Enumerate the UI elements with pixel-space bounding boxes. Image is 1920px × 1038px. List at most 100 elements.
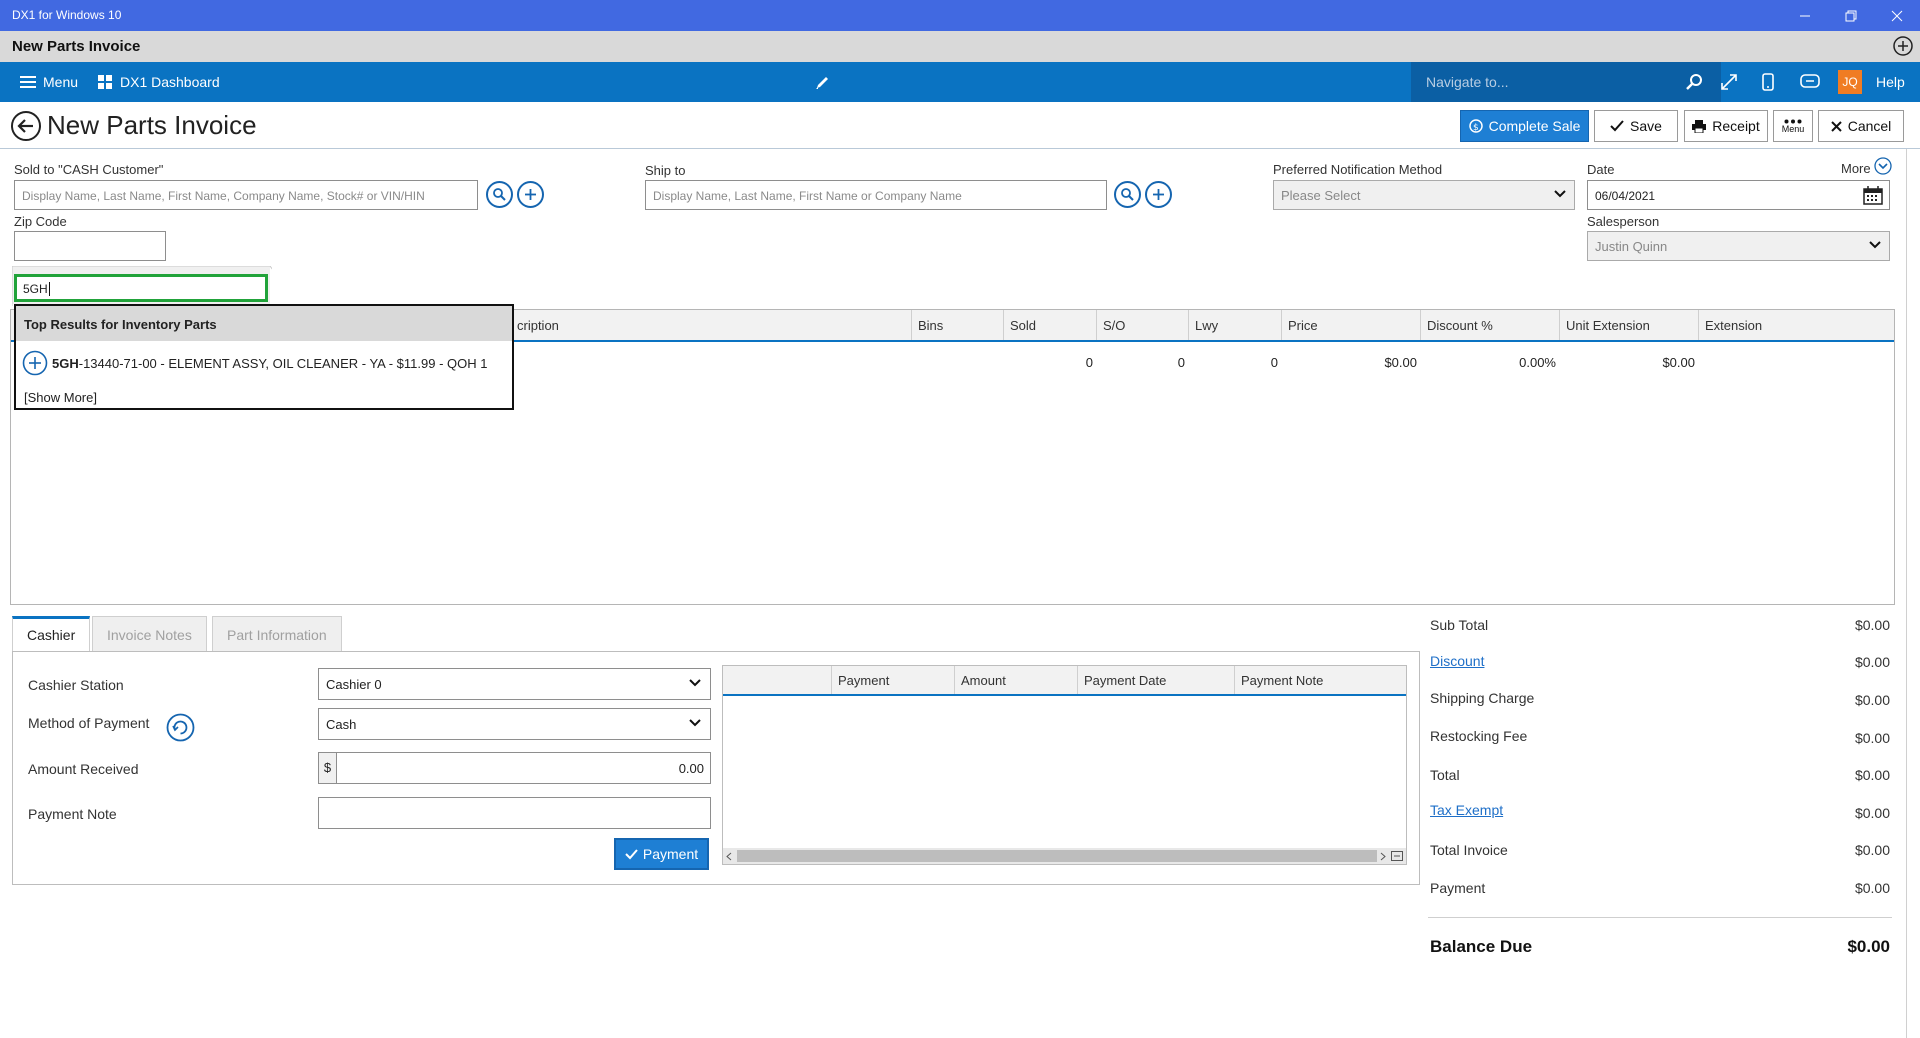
close-window-button[interactable] xyxy=(1874,0,1920,31)
payments-grid-header: Payment Amount Payment Date Payment Note xyxy=(723,666,1406,696)
col-payment-note[interactable]: Payment Note xyxy=(1234,666,1406,694)
add-circle-icon[interactable] xyxy=(22,350,48,376)
sold-to-add-button[interactable] xyxy=(517,181,544,208)
receipt-label: Receipt xyxy=(1712,118,1760,134)
add-document-button[interactable] xyxy=(1892,35,1914,57)
zip-code-label: Zip Code xyxy=(14,214,67,229)
total-value: $0.00 xyxy=(1854,767,1890,783)
ship-to-add-button[interactable] xyxy=(1145,181,1172,208)
payment-method-select[interactable]: Cash xyxy=(318,708,711,740)
dashboard-button[interactable]: DX1 Dashboard xyxy=(98,62,220,102)
amount-received-input[interactable]: $ 0.00 xyxy=(318,752,711,784)
receipt-button[interactable]: Receipt xyxy=(1684,110,1768,142)
tab-invoice-notes[interactable]: Invoice Notes xyxy=(92,616,207,652)
page-scroll-track[interactable] xyxy=(1906,149,1907,1038)
back-button[interactable] xyxy=(10,110,42,142)
col-payment-date[interactable]: Payment Date xyxy=(1077,666,1234,694)
more-toggle-button[interactable] xyxy=(1874,157,1892,175)
messages-button[interactable] xyxy=(1800,62,1820,102)
fullscreen-button[interactable] xyxy=(1720,62,1738,102)
restore-button[interactable] xyxy=(1828,0,1874,31)
payment-total-value: $0.00 xyxy=(1854,880,1890,896)
totals-divider xyxy=(1428,917,1892,918)
tab-cashier[interactable]: Cashier xyxy=(12,616,91,653)
menu-button[interactable]: Menu xyxy=(20,62,78,102)
total-invoice-label: Total Invoice xyxy=(1430,842,1508,858)
col-so[interactable]: S/O xyxy=(1096,310,1188,340)
row-discount: 0.00% xyxy=(1519,355,1556,370)
payment-note-input[interactable] xyxy=(318,797,711,829)
col-extension[interactable]: Extension xyxy=(1698,310,1894,340)
col-bins[interactable]: Bins xyxy=(911,310,1003,340)
search-results-dropdown: Top Results for Inventory Parts 5GH-1344… xyxy=(14,304,514,410)
ship-to-search-button[interactable] xyxy=(1114,181,1141,208)
cancel-button[interactable]: Cancel xyxy=(1818,110,1904,142)
zip-code-input[interactable] xyxy=(14,231,166,261)
chevron-right-icon[interactable] xyxy=(1380,852,1386,861)
tax-exempt-link[interactable]: Tax Exempt xyxy=(1430,802,1503,818)
date-input[interactable]: 06/04/2021 xyxy=(1587,180,1890,210)
check-icon xyxy=(1610,120,1624,132)
chevron-left-icon[interactable] xyxy=(726,852,732,861)
complete-sale-button[interactable]: $ Complete Sale xyxy=(1460,110,1589,142)
grid-icon xyxy=(98,74,112,89)
navigate-search-button[interactable] xyxy=(1685,73,1703,91)
refresh-icon xyxy=(166,713,195,742)
horizontal-scrollbar[interactable] xyxy=(723,848,1406,864)
col-sold[interactable]: Sold xyxy=(1003,310,1096,340)
payment-method-value: Cash xyxy=(326,717,357,732)
show-more-link[interactable]: [Show More] xyxy=(24,390,97,405)
result-item[interactable]: 5GH-13440-71-00 - ELEMENT ASSY, OIL CLEA… xyxy=(22,350,487,376)
payment-button-label: Payment xyxy=(642,846,699,862)
shipping-charge-value: $0.00 xyxy=(1854,692,1890,708)
ship-to-input[interactable]: Display Name, Last Name, First Name or C… xyxy=(645,180,1107,210)
sold-to-search-button[interactable] xyxy=(486,181,513,208)
navigate-search-box[interactable]: Navigate to... xyxy=(1411,62,1721,102)
total-invoice-value: $0.00 xyxy=(1854,842,1890,858)
window-title-bar: DX1 for Windows 10 xyxy=(0,0,1920,31)
help-link[interactable]: Help xyxy=(1876,62,1905,102)
row-lwy: 0 xyxy=(1270,355,1278,370)
payments-grid: Payment Amount Payment Date Payment Note xyxy=(722,665,1407,865)
minimize-button[interactable] xyxy=(1782,0,1828,31)
edit-layout-button[interactable] xyxy=(815,62,831,102)
mobile-button[interactable] xyxy=(1762,62,1774,102)
salesperson-select[interactable]: Justin Quinn xyxy=(1587,231,1890,261)
balance-due-label: Balance Due xyxy=(1430,937,1533,956)
chevron-down-icon xyxy=(1554,190,1566,198)
cashier-station-select[interactable]: Cashier 0 xyxy=(318,668,711,700)
sold-to-input[interactable]: Display Name, Last Name, First Name, Com… xyxy=(14,180,478,210)
discount-link[interactable]: Discount xyxy=(1430,653,1484,669)
search-icon xyxy=(493,188,506,201)
refresh-payment-method-button[interactable] xyxy=(166,713,195,742)
cashier-station-value: Cashier 0 xyxy=(326,677,382,692)
payment-total-label: Payment xyxy=(1430,880,1486,896)
col-payment[interactable]: Payment xyxy=(831,666,954,694)
payment-button[interactable]: Payment xyxy=(614,838,709,870)
sale-icon: $ xyxy=(1468,119,1483,133)
col-amount[interactable]: Amount xyxy=(954,666,1077,694)
col-lwy[interactable]: Lwy xyxy=(1188,310,1281,340)
save-button[interactable]: Save xyxy=(1594,110,1678,142)
total-label: Total xyxy=(1430,767,1460,783)
scrollbar-thumb[interactable] xyxy=(737,850,1377,862)
user-avatar-button[interactable]: JQ xyxy=(1838,62,1862,102)
amount-received-label: Amount Received xyxy=(28,761,139,777)
date-label: Date xyxy=(1587,162,1615,177)
tab-part-information[interactable]: Part Information xyxy=(212,616,342,652)
col-description[interactable]: cription xyxy=(511,310,911,340)
restocking-fee-label: Restocking Fee xyxy=(1430,728,1528,744)
salesperson-value: Justin Quinn xyxy=(1595,239,1668,254)
col-unit-extension[interactable]: Unit Extension xyxy=(1559,310,1698,340)
pencil-icon xyxy=(816,77,828,89)
part-search-input[interactable]: 5GH xyxy=(14,274,268,302)
col-discount[interactable]: Discount % xyxy=(1420,310,1559,340)
plus-icon xyxy=(525,189,536,200)
hamburger-icon xyxy=(20,76,36,88)
col-price[interactable]: Price xyxy=(1281,310,1420,340)
plus-circle-icon xyxy=(1893,36,1913,56)
collapse-icon[interactable] xyxy=(1391,851,1403,861)
calendar-icon[interactable] xyxy=(1863,186,1883,205)
notification-method-select[interactable]: Please Select xyxy=(1273,180,1575,210)
more-menu-button[interactable]: Menu xyxy=(1773,110,1813,142)
